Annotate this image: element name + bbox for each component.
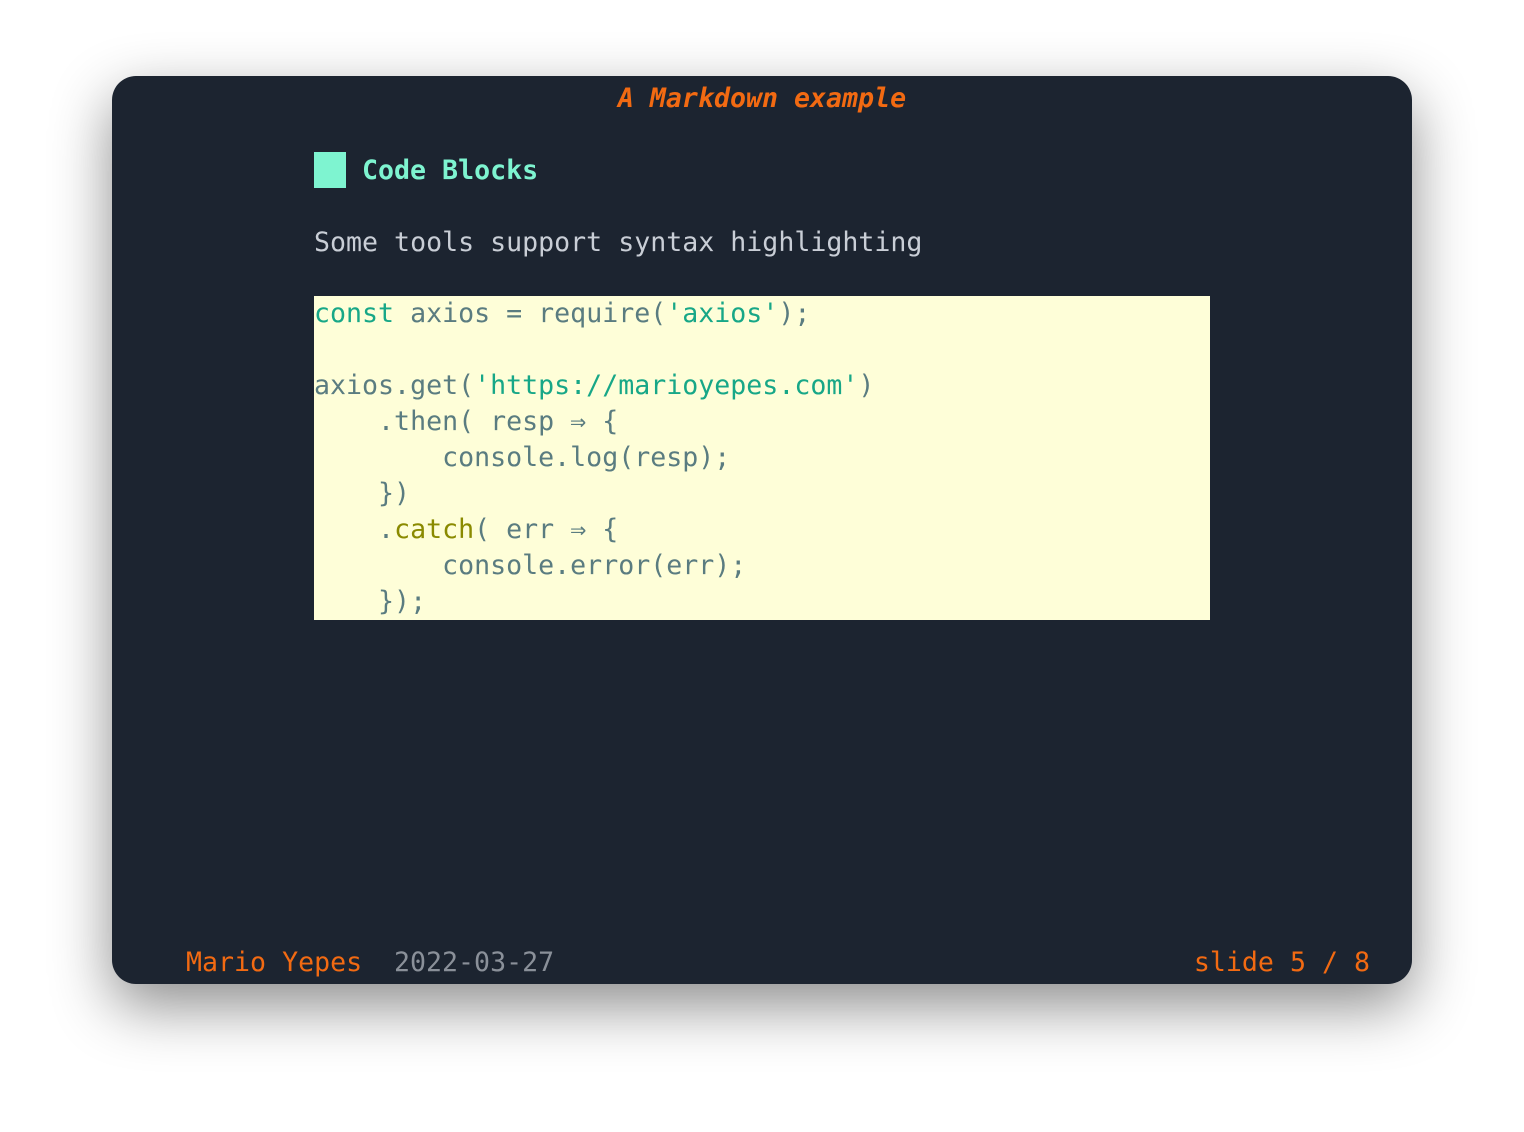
- code-line: const axios = require('axios');: [314, 296, 1210, 332]
- slide-paragraph: Some tools support syntax highlighting: [314, 227, 923, 258]
- code-token-plain: .then( resp ⇒ {: [314, 406, 619, 437]
- code-line: console.log(resp);: [314, 440, 1210, 476]
- heading-marker: [314, 152, 346, 188]
- code-token-plain: console.log(resp);: [314, 442, 731, 473]
- slide-heading: Code Blocks: [362, 155, 539, 186]
- code-token-string: 'axios': [666, 298, 779, 329]
- code-line: .catch( err ⇒ {: [314, 512, 1210, 548]
- code-token-function: catch: [394, 514, 475, 545]
- code-line: axios.get('https://marioyepes.com'): [314, 368, 1210, 404]
- code-token-keyword: const: [314, 298, 395, 329]
- code-line: }): [314, 476, 1210, 512]
- code-token-plain: });: [314, 586, 427, 617]
- slide-title: A Markdown example: [617, 83, 907, 114]
- terminal-window: A Markdown example Code Blocks Some tool…: [112, 76, 1412, 984]
- code-block: const axios = require('axios'); axios.get…: [314, 296, 1210, 620]
- code-line: });: [314, 584, 1210, 620]
- code-token-plain: );: [778, 298, 811, 329]
- code-line: .then( resp ⇒ {: [314, 404, 1210, 440]
- code-token-string: 'https://marioyepes.com': [474, 370, 859, 401]
- code-token-plain: axios = require(: [394, 298, 667, 329]
- code-line: console.error(err);: [314, 548, 1210, 584]
- code-token-plain: .: [314, 514, 395, 545]
- code-token-plain: }): [314, 478, 411, 509]
- code-token-plain: ( err ⇒ {: [474, 514, 619, 545]
- footer-slide-counter: slide 5 / 8: [1193, 947, 1370, 978]
- code-token-plain: ): [858, 370, 875, 401]
- code-token-plain: console.error(err);: [314, 550, 747, 581]
- footer-date: 2022-03-27: [394, 947, 555, 978]
- code-token-plain: axios.get(: [314, 370, 475, 401]
- footer-author: Mario Yepes: [186, 947, 363, 978]
